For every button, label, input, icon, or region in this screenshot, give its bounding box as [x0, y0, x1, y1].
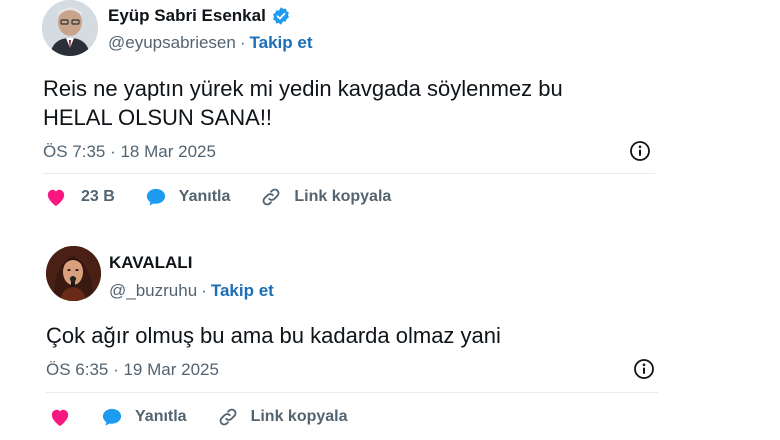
handle[interactable]: @eyupsabriesen: [108, 33, 236, 53]
divider: [46, 392, 658, 393]
link-icon: [260, 186, 282, 208]
avatar-image: [42, 0, 98, 56]
verified-badge-icon: [271, 6, 291, 26]
like-button[interactable]: 23 B: [45, 187, 115, 207]
like-count: 23 B: [81, 188, 115, 205]
tweet-card: Eyüp Sabri Esenkal @eyupsabriesen · Taki…: [0, 0, 780, 228]
reply-button[interactable]: Yanıtla: [145, 187, 231, 207]
separator-dot: ·: [239, 33, 246, 52]
handle[interactable]: @_buzruhu: [109, 281, 197, 301]
like-button[interactable]: [49, 407, 71, 427]
display-name[interactable]: Eyüp Sabri Esenkal: [108, 6, 266, 26]
reply-label: Yanıtla: [135, 408, 187, 425]
avatar[interactable]: [42, 0, 98, 56]
handle-row: @eyupsabriesen · Takip et: [108, 33, 313, 53]
info-icon[interactable]: [628, 139, 652, 163]
separator-dot: ·: [201, 281, 207, 300]
action-bar: Yanıtla Link kopyala: [49, 406, 378, 428]
heart-icon: [45, 187, 67, 207]
tweet-text-line: HELAL OLSUN SANA!!: [43, 105, 273, 130]
copy-link-button[interactable]: Link kopyala: [260, 186, 391, 208]
action-bar: 23 B Yanıtla Link kopyala: [45, 186, 421, 208]
reply-label: Yanıtla: [178, 188, 231, 205]
copy-link-label: Link kopyala: [294, 188, 392, 205]
copy-link-button[interactable]: Link kopyala: [217, 406, 348, 428]
heart-icon: [49, 407, 71, 427]
follow-link[interactable]: Takip et: [250, 33, 313, 53]
display-name[interactable]: KAVALALI: [109, 253, 192, 273]
speech-bubble-icon: [101, 407, 123, 427]
link-icon: [217, 406, 239, 428]
speech-bubble-icon: [145, 187, 167, 207]
author-name-row: Eyüp Sabri Esenkal: [108, 6, 291, 26]
avatar-image: [46, 246, 101, 301]
tweet-card: KAVALALI @_buzruhu · Takip et Çok ağır o…: [0, 240, 780, 440]
tweet-text-line: Reis ne yaptın yürek mi yedin kavgada sö…: [43, 76, 563, 101]
handle-row: @_buzruhu · Takip et: [109, 281, 274, 301]
tweet-text: Reis ne yaptın yürek mi yedin kavgada sö…: [43, 74, 643, 132]
info-icon[interactable]: [632, 357, 656, 381]
tweet-text-line: Çok ağır olmuş bu ama bu kadarda olmaz y…: [46, 323, 501, 348]
follow-link[interactable]: Takip et: [211, 281, 274, 301]
reply-button[interactable]: Yanıtla: [101, 407, 187, 427]
divider: [43, 173, 655, 174]
timestamp[interactable]: ÖS 7:35 · 18 Mar 2025: [43, 142, 216, 162]
author-name-row: KAVALALI: [109, 253, 192, 273]
timestamp[interactable]: ÖS 6:35 · 19 Mar 2025: [46, 360, 219, 380]
tweet-text: Çok ağır olmuş bu ama bu kadarda olmaz y…: [46, 321, 646, 350]
copy-link-label: Link kopyala: [250, 408, 348, 425]
avatar[interactable]: [46, 246, 101, 301]
